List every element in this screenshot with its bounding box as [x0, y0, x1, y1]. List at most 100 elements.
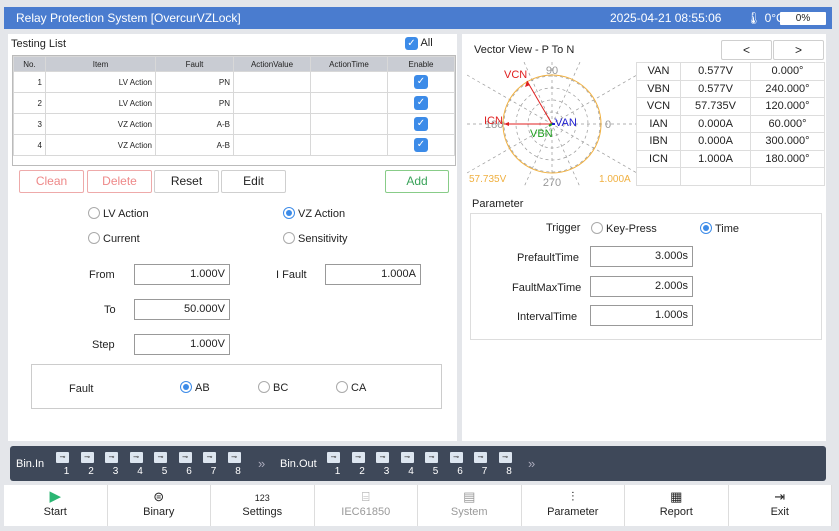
- toolbar-report-button[interactable]: ▦ Report: [625, 485, 729, 526]
- toolbar-label: Exit: [770, 506, 789, 518]
- vector-row: VCN 57.735V 120.000°: [636, 97, 825, 116]
- enable-checkbox[interactable]: ✓: [387, 92, 455, 114]
- add-button[interactable]: Add: [385, 170, 449, 193]
- table-row[interactable]: 3 VZ Action A-B ✓: [13, 113, 455, 135]
- axis-90: 90: [546, 65, 558, 77]
- bin-in-number: 4: [137, 466, 143, 477]
- reset-button[interactable]: Reset: [154, 170, 219, 193]
- from-input[interactable]: 1.000V: [134, 264, 230, 285]
- edit-button[interactable]: Edit: [221, 170, 286, 193]
- radio-current[interactable]: Current: [88, 232, 140, 245]
- vector-angle: 300.000°: [750, 132, 825, 151]
- to-label: To: [104, 304, 116, 316]
- cell-action-time: [310, 92, 388, 114]
- table-row[interactable]: 4 VZ Action A-B ✓: [13, 134, 455, 156]
- label-van: VAN: [555, 117, 577, 129]
- faultmax-input[interactable]: 2.000s: [590, 276, 693, 297]
- bin-out-number: 8: [506, 466, 512, 477]
- step-input[interactable]: 1.000V: [134, 334, 230, 355]
- prefault-label: PrefaultTime: [517, 252, 579, 264]
- axis-0: 0: [605, 119, 611, 131]
- vector-row: ICN 1.000A 180.000°: [636, 149, 825, 168]
- prev-button[interactable]: <: [721, 40, 772, 60]
- exit-icon: ⇥: [774, 489, 786, 504]
- vector-name: ICN: [636, 149, 681, 168]
- title-bar: Relay Protection System [OvercurVZLock] …: [4, 7, 832, 29]
- radio-selected-icon: [700, 222, 712, 234]
- bin-out-number: 7: [481, 466, 488, 477]
- bin-out-switch-icon: ⊸: [327, 452, 340, 463]
- enable-checkbox[interactable]: ✓: [387, 134, 455, 156]
- vector-row-empty: [636, 167, 825, 186]
- toolbar-binary-button[interactable]: ⊜ Binary: [108, 485, 211, 526]
- cell-fault: A-B: [155, 134, 234, 156]
- bin-in-switch-icon: ⊸: [80, 452, 94, 463]
- delete-button[interactable]: Delete: [87, 170, 152, 193]
- radio-time[interactable]: Time: [700, 222, 739, 235]
- ifault-input[interactable]: 1.000A: [325, 264, 421, 285]
- cell-no: 4: [13, 134, 46, 156]
- radio-icon: [258, 381, 270, 393]
- enable-checkbox[interactable]: ✓: [387, 113, 455, 135]
- check-icon: ✓: [414, 75, 428, 89]
- bin-in-number: 6: [186, 466, 192, 477]
- check-icon: ✓: [414, 138, 428, 152]
- radio-fault-ca[interactable]: CA: [336, 381, 366, 394]
- toolbar-label: Parameter: [547, 506, 599, 518]
- cell-item: LV Action: [45, 92, 156, 114]
- toolbar-label: Report: [659, 506, 693, 518]
- to-input[interactable]: 50.000V: [134, 299, 230, 320]
- toolbar-settings-button[interactable]: 123 Settings: [211, 485, 315, 526]
- cell-fault: PN: [155, 71, 234, 93]
- vector-table: VAN 0.577V 0.000° VBN 0.577V 240.000° VCN 57.73…: [636, 62, 825, 186]
- bin-in-switch-icon: ⊸: [203, 452, 216, 463]
- radio-icon: [88, 207, 100, 219]
- toolbar-exit-button[interactable]: ⇥ Exit: [729, 485, 832, 526]
- table-row[interactable]: 1 LV Action PN ✓: [13, 71, 455, 93]
- toolbar-system-button[interactable]: ▤ System: [418, 485, 522, 526]
- check-icon: ✓: [405, 37, 418, 50]
- label-vcn: VCN: [504, 69, 527, 81]
- clean-button[interactable]: Clean: [19, 170, 84, 193]
- radio-fault-ab[interactable]: AB: [180, 381, 210, 394]
- col-item: Item: [45, 56, 156, 72]
- col-actiontime: ActionTime: [310, 56, 388, 72]
- toolbar-iec61850-button[interactable]: ⌸ IEC61850: [315, 485, 418, 526]
- next-button[interactable]: >: [773, 40, 824, 60]
- vector-angle: 0.000°: [750, 62, 825, 81]
- enable-checkbox[interactable]: ✓: [387, 71, 455, 93]
- radio-fault-bc[interactable]: BC: [258, 381, 288, 394]
- bin-out-more[interactable]: »: [528, 456, 535, 471]
- all-checkbox[interactable]: ✓ All: [405, 37, 433, 50]
- bin-in-number: 7: [210, 466, 217, 477]
- toggle-icon: ⊜: [153, 489, 165, 504]
- vector-magnitude: 0.577V: [680, 79, 751, 98]
- radio-label: BC: [273, 382, 289, 394]
- prefault-input[interactable]: 3.000s: [590, 246, 693, 267]
- radio-key-press[interactable]: Key-Press: [591, 222, 657, 235]
- fault-group: Fault AB BC CA: [31, 364, 442, 409]
- vector-row: IBN 0.000A 300.000°: [636, 132, 825, 151]
- numeric-icon: 123: [254, 493, 270, 503]
- toolbar-start-button[interactable]: ▶ Start: [4, 485, 108, 526]
- radio-sensitivity[interactable]: Sensitivity: [283, 232, 348, 245]
- radio-lv-action[interactable]: LV Action: [88, 207, 149, 220]
- current-scale: 1.000A: [599, 174, 631, 185]
- bin-in-more[interactable]: »: [258, 456, 265, 471]
- system-icon: ▤: [463, 489, 476, 504]
- cell-no: 3: [13, 113, 46, 135]
- bin-in-switch-icon: ⊸: [154, 452, 167, 463]
- cell-fault: PN: [155, 92, 234, 114]
- interval-input[interactable]: 1.000s: [590, 305, 693, 326]
- cell-item: VZ Action: [45, 134, 156, 156]
- bin-out-number: 2: [359, 466, 365, 477]
- toolbar-label: Start: [43, 506, 67, 518]
- trigger-label: Trigger: [546, 222, 581, 234]
- bin-out-switch-icon: ⊸: [425, 452, 438, 463]
- radio-label: AB: [195, 382, 210, 394]
- radio-vz-action[interactable]: VZ Action: [283, 207, 345, 220]
- table-row[interactable]: 2 LV Action PN ✓: [13, 92, 455, 114]
- toolbar-parameter-button[interactable]: ⫶ Parameter: [522, 485, 625, 526]
- cell-action-time: [310, 134, 388, 156]
- bin-out-label: Bin.Out: [280, 458, 317, 470]
